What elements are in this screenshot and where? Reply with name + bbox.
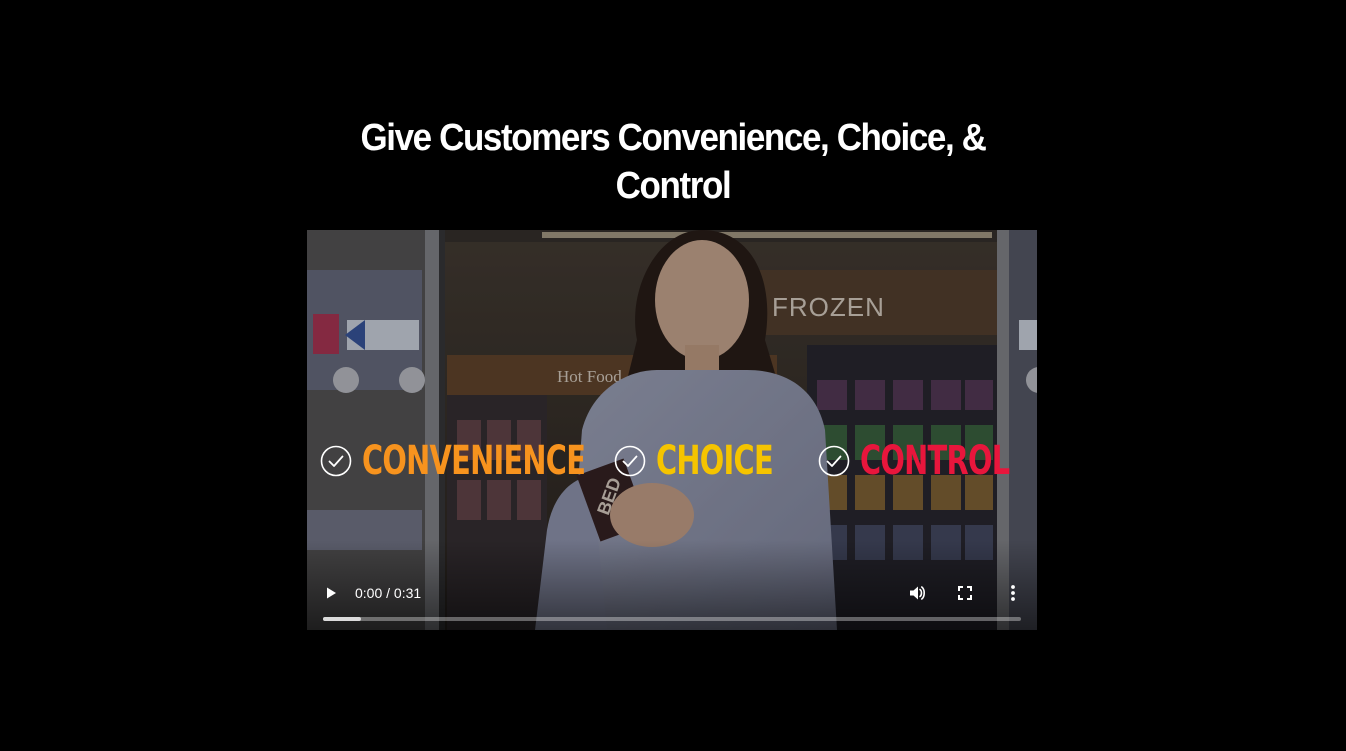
volume-icon	[910, 586, 925, 600]
time-display: 0:00 / 0:31	[355, 585, 422, 601]
video-player[interactable]: FROZEN Hot Food BED CONVENIENCE CHOICE C…	[307, 230, 1037, 630]
feature-list: CONVENIENCE CHOICE CONTROL	[307, 435, 1037, 487]
feature-label-convenience: CONVENIENCE	[362, 438, 586, 484]
progress-buffered	[323, 617, 362, 621]
more-options-icon	[1011, 585, 1015, 601]
play-icon	[327, 587, 336, 599]
fullscreen-button[interactable]	[950, 578, 980, 608]
video-controls: 0:00 / 0:31	[307, 578, 1037, 608]
page-title: Give Customers Convenience, Choice, & Co…	[360, 117, 986, 207]
feature-label-control: CONTROL	[860, 438, 1010, 484]
feature-label-choice: CHOICE	[656, 438, 774, 484]
feature-control: CONTROL	[818, 435, 1037, 487]
check-circle-icon	[818, 445, 850, 477]
play-button[interactable]	[316, 578, 346, 608]
check-circle-icon	[320, 445, 352, 477]
page: Give Customers Convenience, Choice, & Co…	[0, 0, 1346, 751]
more-options-button[interactable]	[998, 578, 1028, 608]
fullscreen-icon	[958, 586, 972, 600]
feature-choice: CHOICE	[614, 435, 818, 487]
progress-bar[interactable]	[323, 617, 1021, 621]
check-circle-icon	[614, 445, 646, 477]
volume-button[interactable]	[902, 578, 932, 608]
